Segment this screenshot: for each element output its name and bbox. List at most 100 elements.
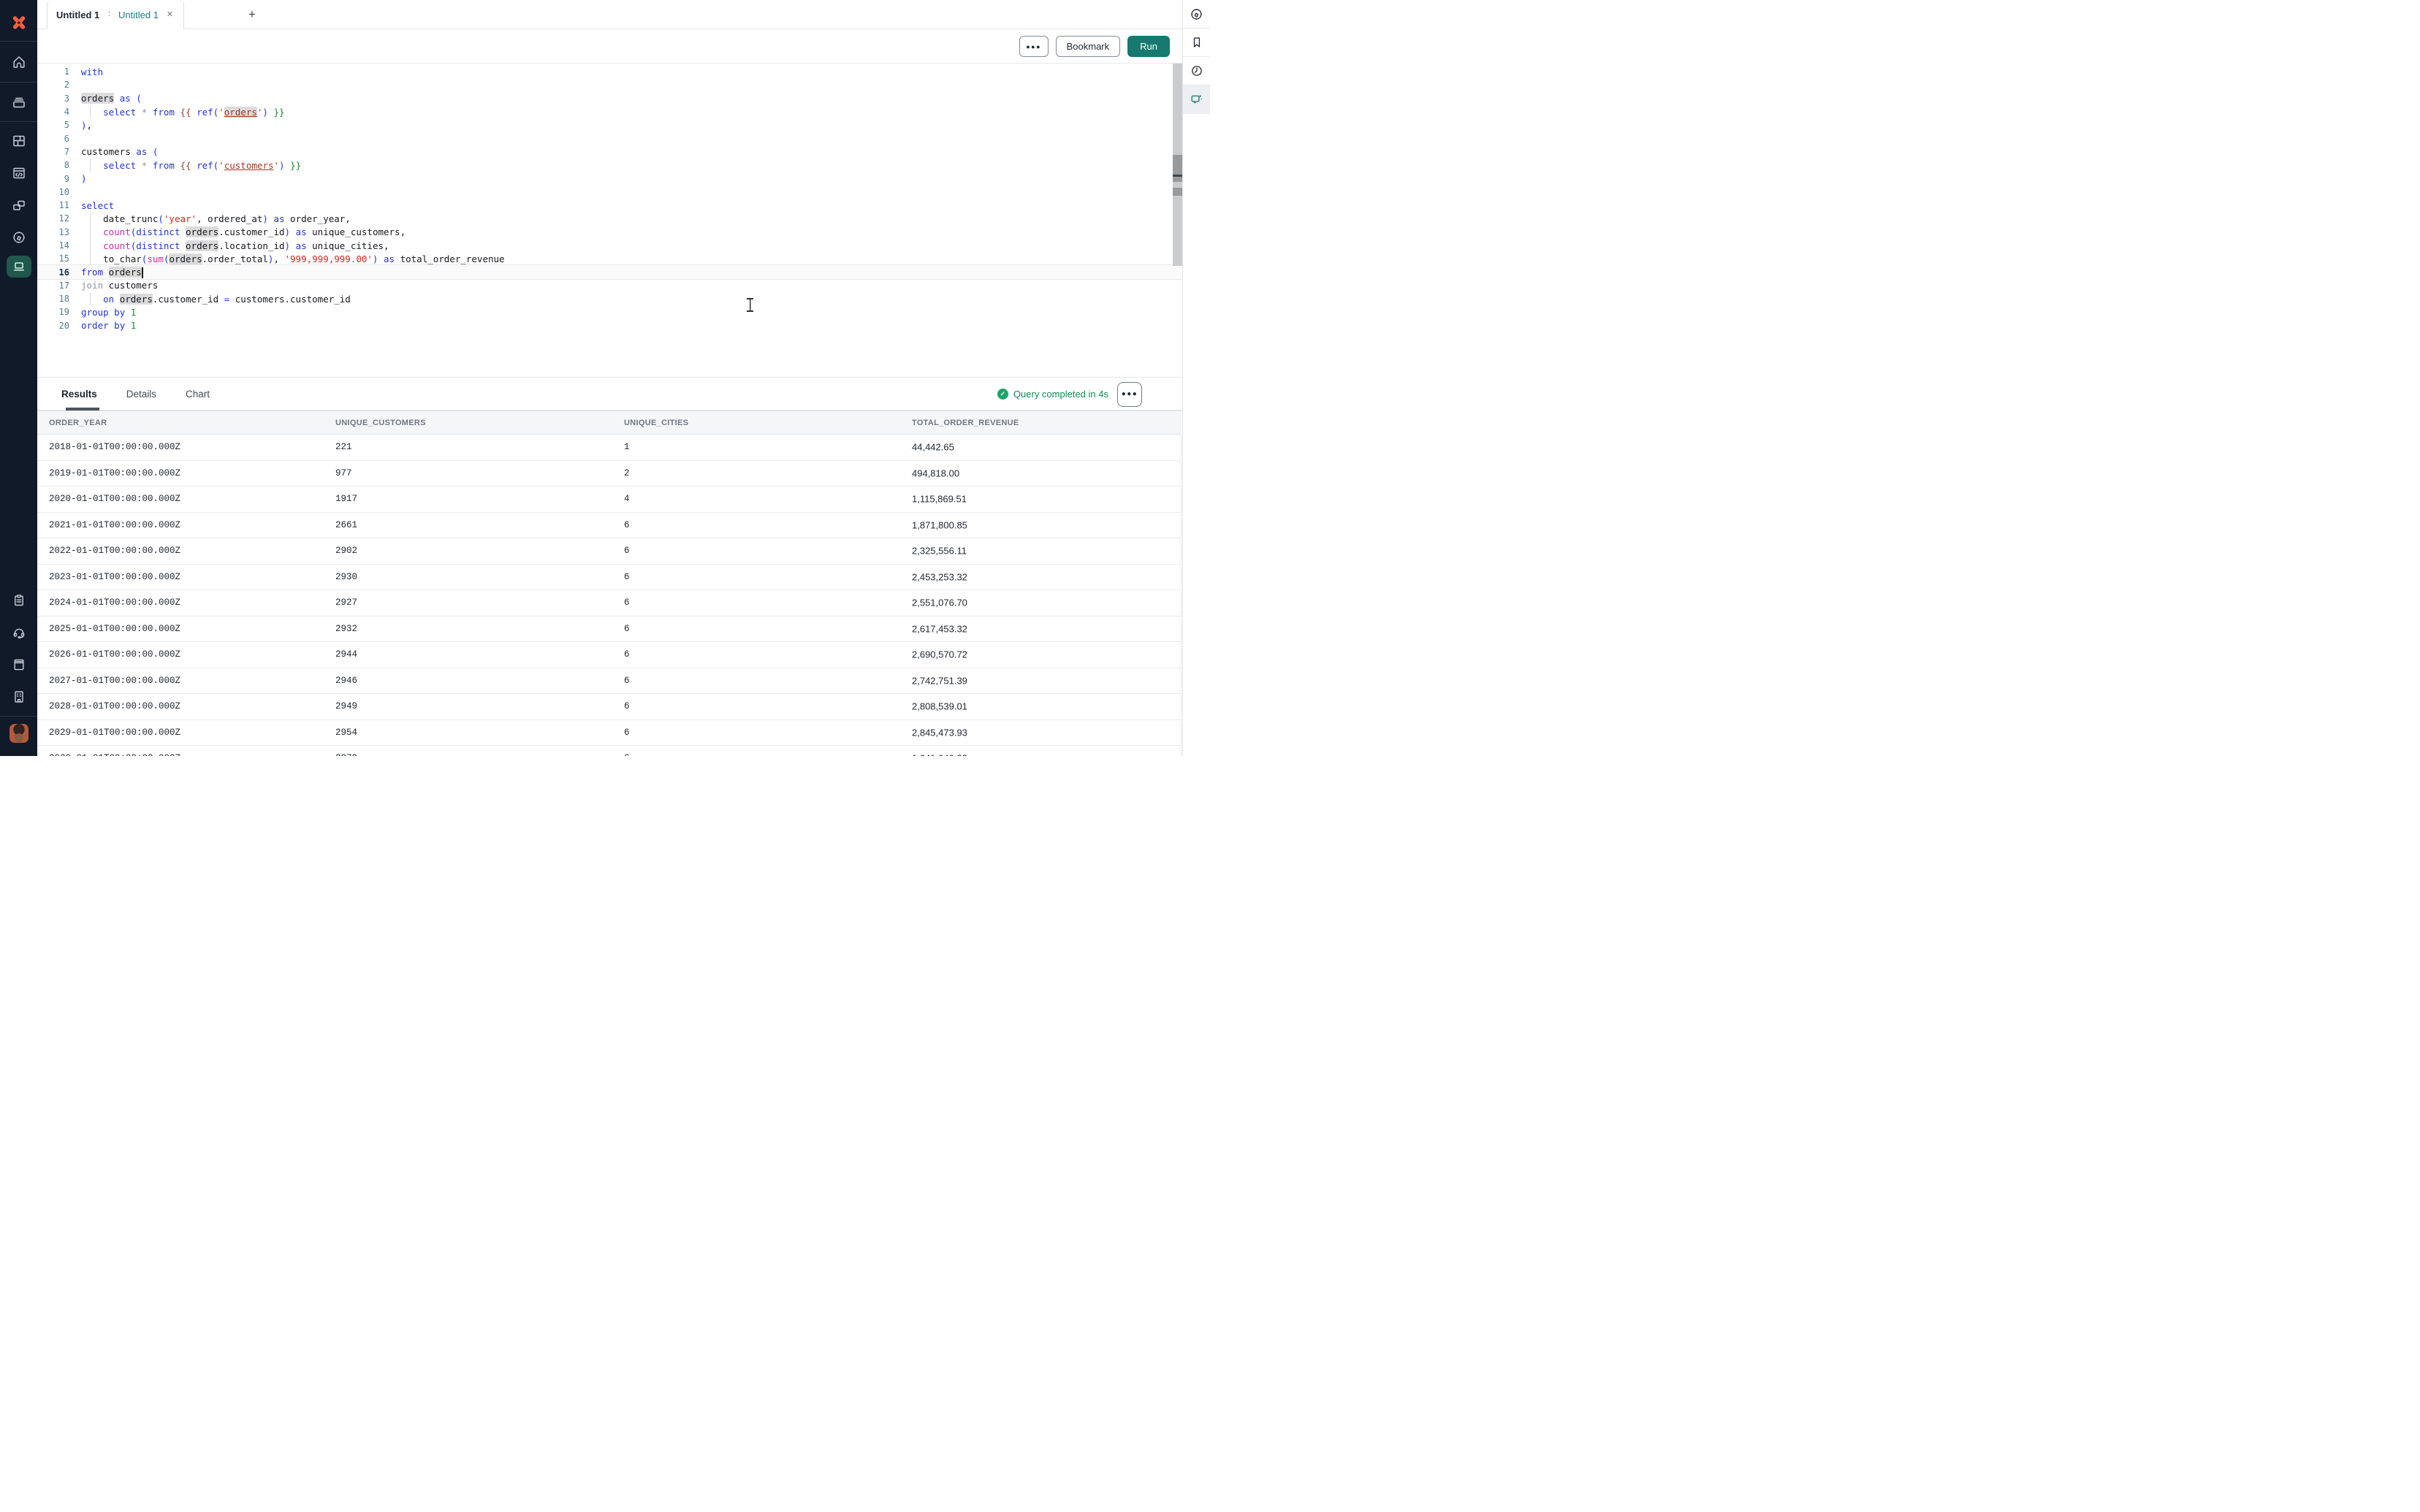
compass-icon[interactable] <box>1183 0 1210 28</box>
column-header[interactable]: TOTAL_ORDER_REVENUE <box>912 419 1019 427</box>
table-cell: 1,841,049.32 <box>912 753 967 756</box>
right-sidebar <box>1182 0 1210 756</box>
code-window-icon[interactable] <box>7 162 31 184</box>
table-row[interactable]: 2023-01-01T00:00:00.000Z293062,453,253.3… <box>37 565 1182 591</box>
results-tab-strip: ResultsDetailsChart ✓ Query completed in… <box>37 378 1182 411</box>
line-number: 18 <box>37 294 69 304</box>
code-line[interactable]: 6 <box>37 131 1182 145</box>
table-cell: 6 <box>624 624 630 634</box>
table-cell: 2,453,253.32 <box>912 571 967 582</box>
table-row[interactable]: 2029-01-01T00:00:00.000Z295462,845,473.9… <box>37 720 1182 747</box>
code-text: with <box>81 66 103 77</box>
table-cell: 2027-01-01T00:00:00.000Z <box>49 676 180 686</box>
run-button[interactable]: Run <box>1127 36 1170 57</box>
bookmark-icon[interactable] <box>1183 28 1210 57</box>
editor-scrollbar-segment <box>1173 188 1182 196</box>
code-text: select * from {{ ref('orders') }} <box>81 107 285 118</box>
column-header[interactable]: ORDER_YEAR <box>49 419 107 427</box>
line-number: 14 <box>37 240 69 251</box>
ai-comment-icon[interactable] <box>1183 85 1210 114</box>
table-cell: 2927 <box>335 597 357 608</box>
more-options-button[interactable]: ●●● <box>1019 36 1049 57</box>
line-number: 13 <box>37 227 69 237</box>
table-row[interactable]: 2018-01-01T00:00:00.000Z221144,442.65 <box>37 435 1182 461</box>
workspace-laptop-icon[interactable] <box>7 256 31 278</box>
results-tab-details[interactable]: Details <box>126 389 156 400</box>
docs-book-icon[interactable] <box>7 654 31 676</box>
sql-editor[interactable]: 1with23orders as (4 select * from {{ ref… <box>37 64 1182 378</box>
code-text: on orders.customer_id = customers.custom… <box>81 294 351 305</box>
table-cell: 2019-01-01T00:00:00.000Z <box>49 468 180 478</box>
hex-logo-icon[interactable] <box>7 12 31 34</box>
mouse-ibeam-cursor <box>747 298 753 312</box>
table-row[interactable]: 2024-01-01T00:00:00.000Z292762,551,076.7… <box>37 590 1182 616</box>
line-number: 20 <box>37 321 69 331</box>
explore-compass-icon[interactable] <box>7 226 31 248</box>
results-tab-results[interactable]: Results <box>61 389 97 400</box>
table-cell: 6 <box>624 676 630 686</box>
table-cell: 2020-01-01T00:00:00.000Z <box>49 494 180 504</box>
clipboard-icon[interactable] <box>7 589 31 611</box>
code-line[interactable]: 9) <box>37 172 1182 185</box>
code-line[interactable]: 14 count(distinct orders.location_id) as… <box>37 239 1182 252</box>
code-line[interactable]: 1with <box>37 65 1182 78</box>
code-line[interactable]: 3orders as ( <box>37 92 1182 105</box>
results-more-button[interactable]: ●●● <box>1117 382 1142 407</box>
table-row[interactable]: 2019-01-01T00:00:00.000Z9772494,818.00 <box>37 461 1182 487</box>
table-row[interactable]: 2022-01-01T00:00:00.000Z290262,325,556.1… <box>37 538 1182 565</box>
code-line[interactable]: 13 count(distinct orders.customer_id) as… <box>37 226 1182 239</box>
table-cell: 6 <box>624 753 630 756</box>
table-cell: 6 <box>624 546 630 556</box>
code-text: customers as ( <box>81 146 158 157</box>
line-number: 4 <box>37 107 69 117</box>
table-row[interactable]: 2027-01-01T00:00:00.000Z294662,742,751.3… <box>37 668 1182 695</box>
table-row[interactable]: 2028-01-01T00:00:00.000Z294962,808,539.0… <box>37 694 1182 720</box>
column-header[interactable]: UNIQUE_CITIES <box>624 419 688 427</box>
notebook-tab[interactable]: Untitled 1✕ <box>110 0 184 29</box>
code-line[interactable]: 10 <box>37 186 1182 199</box>
organization-building-icon[interactable] <box>7 686 31 708</box>
code-line[interactable]: 20order by 1 <box>37 319 1182 332</box>
code-line[interactable]: 5), <box>37 118 1182 131</box>
editor-scrollbar-thumb[interactable] <box>1173 155 1182 182</box>
query-status-text: Query completed in 4s <box>1013 389 1108 400</box>
table-row[interactable]: 2026-01-01T00:00:00.000Z294462,690,570.7… <box>37 642 1182 668</box>
code-line[interactable]: 18 on orders.customer_id = customers.cus… <box>37 292 1182 305</box>
bookmark-button[interactable]: Bookmark <box>1056 36 1121 57</box>
data-drawer-icon[interactable] <box>7 91 31 113</box>
user-avatar[interactable] <box>9 724 28 743</box>
table-cell: 6 <box>624 649 630 660</box>
app-window: Untitled 1✕Untitled 1✕ + ●●● Bookmark Ru… <box>0 0 1210 756</box>
table-cell: 2,845,473.93 <box>912 727 967 738</box>
home-icon[interactable] <box>7 51 31 73</box>
code-line[interactable]: 12 date_trunc('year', ordered_at) as ord… <box>37 212 1182 225</box>
table-cell: 2930 <box>335 572 357 582</box>
code-line[interactable]: 16from orders <box>37 265 1182 278</box>
apps-grid-icon[interactable] <box>7 130 31 152</box>
support-headset-icon[interactable] <box>7 622 31 644</box>
new-tab-button[interactable]: + <box>243 6 261 23</box>
tab-label: Untitled 1 <box>56 9 99 20</box>
close-tab-icon[interactable]: ✕ <box>165 9 175 20</box>
code-text: date_trunc('year', ordered_at) as order_… <box>81 213 351 224</box>
column-header[interactable]: UNIQUE_CUSTOMERS <box>335 419 426 427</box>
results-tab-chart[interactable]: Chart <box>186 389 210 400</box>
code-line[interactable]: 8 select * from {{ ref('customers') }} <box>37 159 1182 172</box>
code-line[interactable]: 4 select * from {{ ref('orders') }} <box>37 105 1182 118</box>
table-row[interactable]: 2020-01-01T00:00:00.000Z191741,115,869.5… <box>37 486 1182 513</box>
multi-window-icon[interactable] <box>7 194 31 216</box>
code-line[interactable]: 17join customers <box>37 279 1182 292</box>
table-row[interactable]: 2030-01-01T00:00:00.000Z287961,841,049.3… <box>37 746 1182 756</box>
table-cell: 2,325,556.11 <box>912 546 967 557</box>
code-line[interactable]: 19group by 1 <box>37 305 1182 318</box>
editor-scrollbar[interactable] <box>1173 64 1182 266</box>
code-line[interactable]: 2 <box>37 78 1182 91</box>
table-cell: 494,818.00 <box>912 467 959 478</box>
table-cell: 2661 <box>335 520 357 530</box>
code-line[interactable]: 7customers as ( <box>37 145 1182 159</box>
code-line[interactable]: 15 to_char(sum(orders.order_total), '999… <box>37 252 1182 265</box>
table-row[interactable]: 2025-01-01T00:00:00.000Z293262,617,453.3… <box>37 616 1182 643</box>
table-row[interactable]: 2021-01-01T00:00:00.000Z266161,871,800.8… <box>37 513 1182 539</box>
code-line[interactable]: 11select <box>37 199 1182 212</box>
history-clock-icon[interactable] <box>1183 57 1210 85</box>
